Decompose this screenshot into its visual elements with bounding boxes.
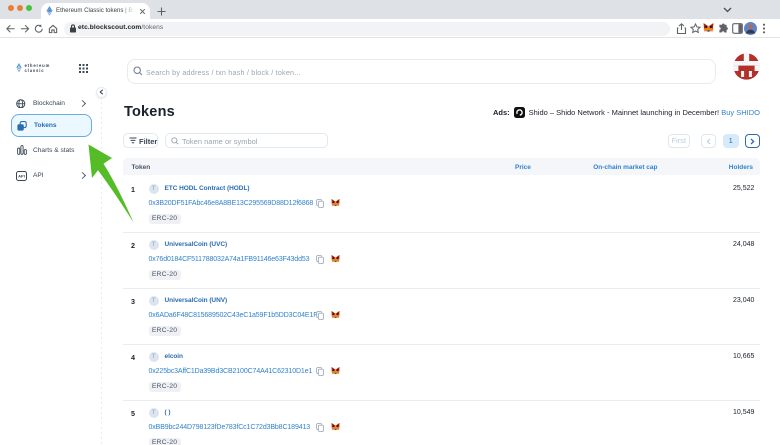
svg-text:API: API	[18, 173, 25, 178]
